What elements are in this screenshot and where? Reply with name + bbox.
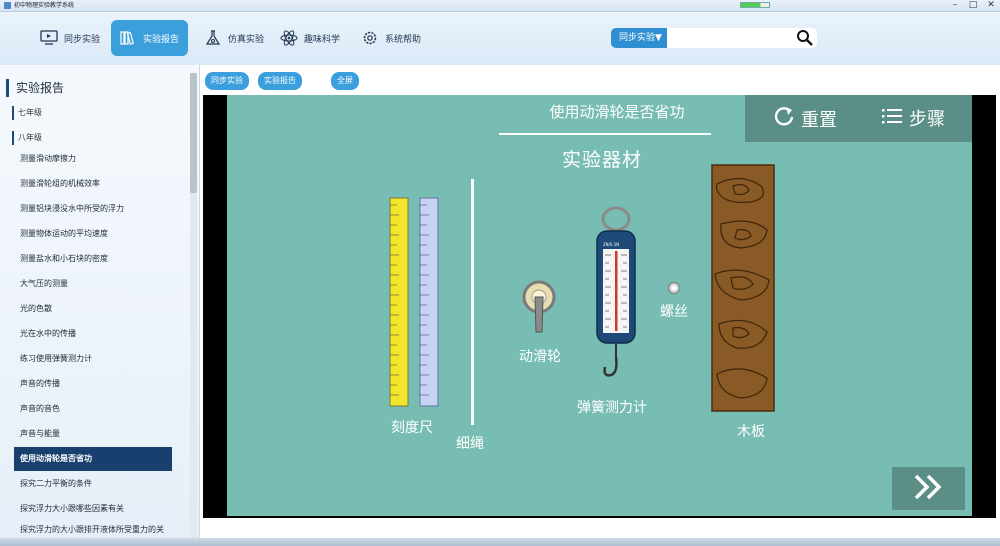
maximize-icon[interactable]: □ (968, 1, 978, 10)
progress-indicator (740, 2, 770, 8)
reset-label: 重置 (801, 109, 837, 131)
sidebar-item[interactable]: 测量滑轮组的机械效率 (14, 172, 172, 196)
nav-item-sync-experiment[interactable]: 同步实验 (32, 20, 108, 56)
gear-icon (361, 30, 379, 46)
sidebar-item[interactable]: 声音的音色 (14, 397, 172, 421)
svg-text:2N/0.1N: 2N/0.1N (603, 242, 619, 247)
sidebar-item[interactable]: 声音的传播 (14, 372, 172, 396)
window-titlebar: 初中物理实验教学系统 – □ ✕ (0, 0, 1000, 12)
scrollbar-thumb[interactable] (190, 73, 197, 193)
books-icon (119, 30, 137, 46)
nav-item-simulation[interactable]: 仿真实验 (196, 20, 272, 56)
ruler-icon[interactable] (387, 195, 443, 407)
nav-label: 趣味科学 (304, 34, 341, 45)
tab-bar: 同步实验 实验报告 全屏 (201, 65, 1000, 95)
sidebar-item[interactable]: 声音与能量 (14, 422, 172, 446)
stage-canvas: 使用动滑轮是否省功 重置 步骤 实验器材 刻度尺 细绳 动滑轮 2N/0.1N … (227, 95, 972, 516)
refresh-icon (773, 105, 795, 132)
sidebar-item[interactable]: 光的色散 (14, 297, 172, 321)
reset-button[interactable]: 重置 (773, 105, 837, 132)
nav-label: 同步实验 (64, 34, 101, 45)
sidebar-item[interactable]: 探究二力平衡的条件 (14, 472, 172, 496)
os-taskbar (0, 538, 1000, 546)
tab-sync-experiment[interactable]: 同步实验 (205, 72, 249, 90)
sidebar-item[interactable]: 练习使用弹簧测力计 (14, 347, 172, 371)
minimize-icon[interactable]: – (950, 1, 960, 10)
rope-icon[interactable] (471, 179, 474, 425)
steps-button[interactable]: 步骤 (881, 105, 945, 131)
sidebar-item[interactable]: 测量滑动摩擦力 (14, 147, 172, 171)
control-panel: 重置 步骤 (745, 95, 972, 142)
sidebar-grade-8[interactable]: 八年级 (12, 131, 42, 145)
sidebar-heading: 实验报告 (6, 79, 64, 97)
board-label: 木板 (737, 424, 765, 440)
spring-scale-icon[interactable]: 2N/0.1N (591, 205, 641, 385)
simulation-stage: 使用动滑轮是否省功 重置 步骤 实验器材 刻度尺 细绳 动滑轮 2N/0.1N … (203, 95, 996, 518)
ruler-label: 刻度尺 (391, 420, 433, 436)
sidebar-item[interactable]: 测量铝块浸没水中所受的浮力 (14, 197, 172, 221)
sidebar-scrollbar[interactable] (190, 73, 197, 543)
app-icon (4, 2, 11, 9)
close-icon[interactable]: ✕ (986, 1, 996, 10)
tab-fullscreen[interactable]: 全屏 (331, 72, 359, 90)
top-nav: 同步实验 实验报告 仿真实验 趣味科学 系统帮助 同步实验▼ (0, 12, 1000, 65)
sidebar-item[interactable]: 光在水中的传播 (14, 322, 172, 346)
sidebar-item[interactable]: 大气压的测量 (14, 272, 172, 296)
pulley-icon[interactable] (521, 280, 559, 334)
pulley-label: 动滑轮 (519, 349, 561, 365)
sidebar: 实验报告 七年级 八年级 测量滑动摩擦力 测量滑轮组的机械效率 测量铝块浸没水中… (0, 65, 200, 546)
search-icon[interactable] (795, 29, 815, 47)
monitor-icon (40, 30, 58, 46)
list-icon (881, 106, 903, 131)
window-title: 初中物理实验教学系统 (14, 2, 75, 9)
sidebar-item[interactable]: 探究浮力大小跟哪些因素有关 (14, 497, 172, 521)
nav-label: 仿真实验 (228, 34, 265, 45)
rope-label: 细绳 (456, 436, 484, 452)
nav-item-fun-science[interactable]: 趣味科学 (272, 20, 348, 56)
experiment-title: 使用动滑轮是否省功 (549, 103, 685, 121)
title-underline (499, 133, 711, 135)
nav-item-help[interactable]: 系统帮助 (353, 20, 429, 56)
nav-label: 系统帮助 (385, 34, 422, 45)
search-category-select[interactable]: 同步实验▼ (611, 28, 667, 48)
wood-board-icon[interactable] (711, 164, 775, 412)
nav-label: 实验报告 (143, 34, 180, 45)
screw-label: 螺丝 (660, 304, 688, 320)
screw-icon[interactable] (667, 281, 681, 295)
stage-footer (201, 518, 1000, 538)
sidebar-item[interactable]: 测量盐水和小石块的密度 (14, 247, 172, 271)
sidebar-item[interactable]: 探究浮力的大小跟排开液体所受重力的关 (14, 522, 172, 538)
tab-lab-report[interactable]: 实验报告 (258, 72, 302, 90)
nav-item-lab-report[interactable]: 实验报告 (111, 20, 188, 56)
next-button[interactable] (892, 467, 965, 510)
double-chevron-right-icon (912, 473, 946, 505)
sidebar-item[interactable]: 测量物体运动的平均速度 (14, 222, 172, 246)
spring-scale-label: 弹簧测力计 (577, 400, 647, 416)
sidebar-grade-7[interactable]: 七年级 (12, 106, 42, 120)
flask-icon (204, 30, 222, 46)
equipment-heading: 实验器材 (561, 149, 642, 171)
sidebar-item-active[interactable]: 使用动滑轮是否省功 (14, 447, 172, 471)
steps-label: 步骤 (909, 109, 945, 130)
atom-icon (280, 30, 298, 46)
